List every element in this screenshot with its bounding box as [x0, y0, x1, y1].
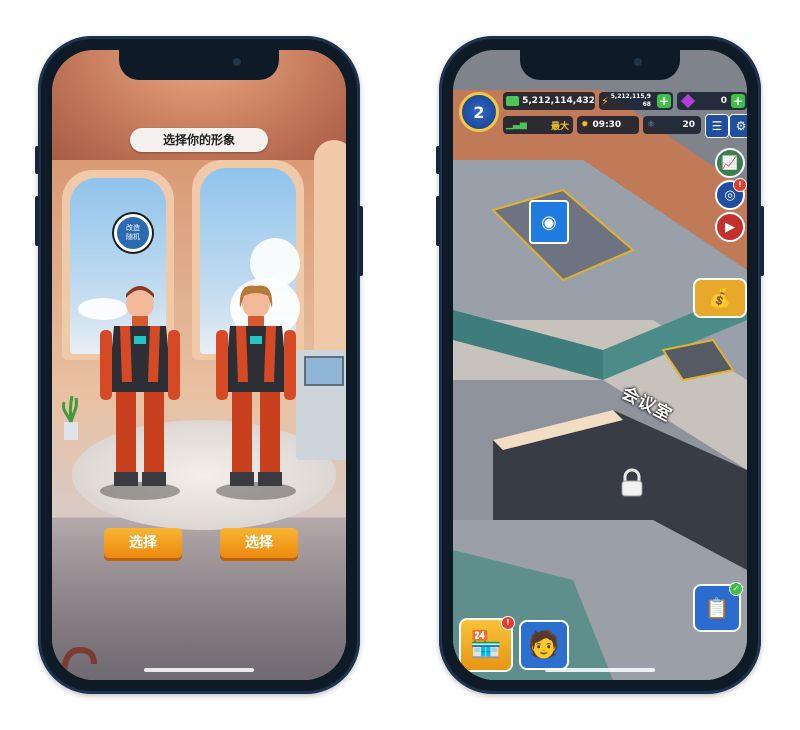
sun-icon: ✹	[581, 120, 589, 130]
volume-up-button	[436, 196, 440, 246]
list-button[interactable]: ☰	[705, 114, 729, 138]
gem-value: 0	[720, 96, 727, 106]
camera-icon	[233, 58, 241, 66]
wheel-button[interactable]: ◎ !	[715, 178, 747, 210]
plant-icon	[62, 395, 78, 440]
staff-button[interactable]: 🧑	[519, 620, 569, 670]
add-energy-button[interactable]: +	[657, 94, 671, 108]
reward-chest-button[interactable]: 💰	[693, 278, 747, 318]
notch	[119, 50, 279, 80]
character-select-screen: 选择你的形象 改造 随机 选择 选择	[52, 50, 346, 680]
energy-sub-value: 68	[642, 101, 651, 108]
power-button	[760, 206, 764, 276]
notch	[520, 50, 680, 80]
base-screen: 2 5,212,114,432 ⚡ 5,212,115,9 68 + 0 + ▁…	[453, 50, 747, 680]
staff-icon: 🧑	[527, 630, 561, 660]
select-female-button[interactable]: 选择	[220, 528, 298, 558]
home-indicator	[144, 668, 254, 672]
lock-icon[interactable]	[617, 468, 647, 498]
mute-switch	[436, 146, 440, 174]
lightning-icon: ⚡	[601, 94, 609, 108]
wheel-badge: !	[733, 178, 747, 192]
stats-button[interactable]: 📈	[715, 148, 745, 178]
shop-button[interactable]: 🏪 !	[459, 616, 515, 672]
atom-icon: ⚛	[647, 120, 656, 130]
chart-icon: ▁▃▅	[506, 120, 527, 130]
randomize-button[interactable]: 改造 随机	[114, 214, 152, 252]
cash-counter: 5,212,114,432	[503, 92, 595, 110]
energy-value: 5,212,115,9	[610, 93, 651, 100]
mute-switch	[35, 146, 39, 174]
page-title: 选择你的形象	[130, 128, 268, 152]
list-icon: ☰	[711, 119, 723, 133]
cash-icon	[506, 96, 520, 106]
video-icon: ▶	[725, 219, 735, 235]
character-male[interactable]	[96, 282, 184, 492]
cash-value: 5,212,114,432	[522, 96, 595, 106]
tasks-check-badge: ✓	[729, 582, 743, 596]
timer: ✹ 09:30	[577, 116, 639, 134]
randomize-label: 改造 随机	[126, 224, 140, 241]
gear-icon: ⚙	[735, 119, 747, 133]
chart-up-icon: 📈	[721, 155, 739, 171]
gem-counter: 0 +	[677, 92, 747, 110]
settings-button[interactable]: ⚙	[729, 114, 747, 138]
wall-panel	[314, 140, 346, 370]
tasks-button[interactable]: 📋 ✓	[693, 582, 743, 632]
shop-badge: !	[501, 616, 515, 630]
level-badge[interactable]: 2	[459, 92, 499, 132]
camera-icon	[634, 58, 642, 66]
cable-icon	[61, 646, 97, 677]
clipboard-icon: 📋	[704, 596, 730, 620]
person-icon: ◉	[541, 211, 557, 233]
select-male-button[interactable]: 选择	[104, 528, 182, 558]
computer-console	[296, 350, 346, 460]
volume-up-button	[35, 196, 39, 246]
add-gems-button[interactable]: +	[731, 94, 745, 108]
hud: 2 5,212,114,432 ⚡ 5,212,115,9 68 + 0 + ▁…	[453, 90, 747, 150]
video-button[interactable]: ▶	[715, 212, 745, 242]
energy-counter: ⚡ 5,212,115,9 68 +	[599, 92, 673, 110]
population-counter: ⚛ 20	[643, 116, 701, 134]
character-female[interactable]	[212, 282, 300, 492]
gem-icon	[680, 93, 696, 109]
chest-icon: 💰	[708, 287, 732, 309]
power-button	[359, 206, 363, 276]
right-phone: 2 5,212,114,432 ⚡ 5,212,115,9 68 + 0 + ▁…	[436, 36, 764, 694]
hologram-marker[interactable]: ◉	[529, 200, 569, 244]
population-value: 20	[682, 120, 695, 130]
home-indicator	[545, 668, 655, 672]
timer-value: 09:30	[592, 120, 622, 130]
left-phone: 选择你的形象 改造 随机 选择 选择	[35, 36, 363, 694]
max-label: 最大	[550, 121, 569, 132]
max-indicator: ▁▃▅ 最大	[503, 116, 573, 134]
store-icon: 🏪	[469, 630, 503, 660]
